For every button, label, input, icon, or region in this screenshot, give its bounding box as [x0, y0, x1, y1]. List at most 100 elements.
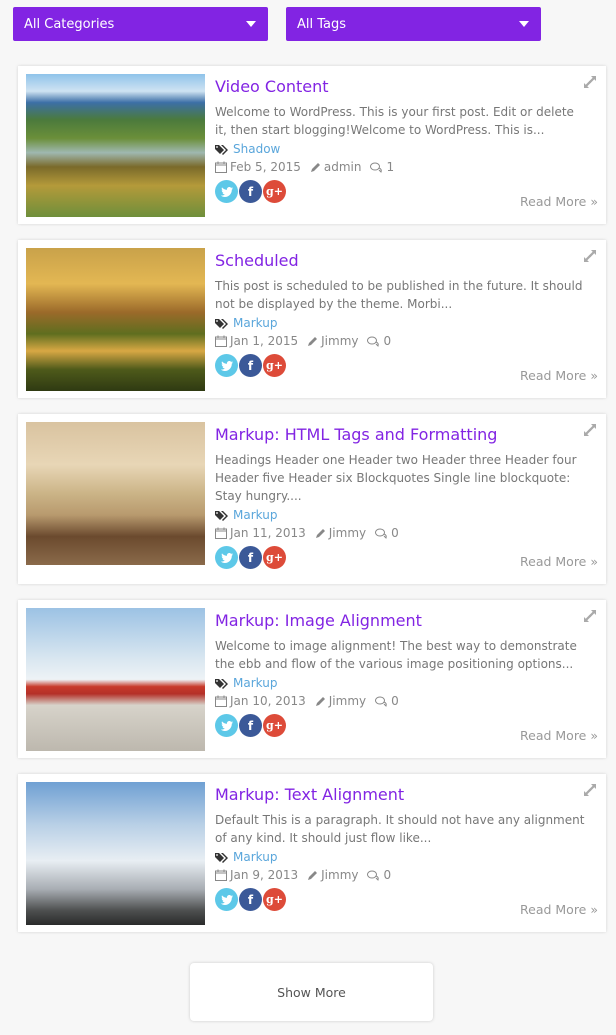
post-tag-link[interactable]: Markup [233, 850, 277, 864]
post-tag-link[interactable]: Shadow [233, 142, 280, 156]
post-author-text[interactable]: Jimmy [321, 334, 358, 348]
google-plus-icon: g+ [266, 551, 283, 564]
tag-select-label: All Tags [297, 16, 347, 32]
show-more-button[interactable]: Show More [190, 963, 433, 1021]
post-comments-count: 0 [391, 694, 399, 708]
twitter-icon [220, 186, 233, 197]
post-title[interactable]: Markup: HTML Tags and Formatting [215, 424, 598, 446]
post-date: Jan 9, 2013 [215, 868, 298, 882]
post-author-text[interactable]: admin [324, 160, 362, 174]
post-thumbnail[interactable] [26, 782, 205, 925]
facebook-share-button[interactable]: f [239, 714, 262, 737]
post-body: Markup: Image Alignment Welcome to image… [215, 608, 598, 750]
facebook-share-button[interactable]: f [239, 354, 262, 377]
post-date: Jan 11, 2013 [215, 526, 306, 540]
facebook-share-button[interactable]: f [239, 180, 262, 203]
pencil-icon [315, 696, 325, 706]
post-excerpt: Welcome to WordPress. This is your first… [215, 105, 574, 137]
expand-icon[interactable] [582, 782, 598, 798]
post-comments-count: 1 [386, 160, 395, 174]
facebook-share-button[interactable]: f [239, 888, 262, 911]
pencil-icon [315, 528, 325, 538]
twitter-icon [220, 552, 233, 563]
comments-icon [367, 870, 380, 881]
post-card: Markup: HTML Tags and Formatting Heading… [18, 414, 606, 584]
post-title[interactable]: Scheduled [215, 250, 598, 272]
twitter-share-button[interactable] [215, 180, 238, 203]
comments-icon [375, 528, 387, 539]
facebook-icon: f [247, 550, 254, 565]
post-card: Video Content Welcome to WordPress. This… [18, 66, 606, 224]
read-more-link[interactable]: Read More » [520, 728, 598, 743]
google-plus-share-button[interactable]: g+ [263, 714, 286, 737]
post-author: admin [310, 160, 362, 174]
post-comments: 0 [367, 334, 391, 348]
post-body: Markup: Text Alignment Default This is a… [215, 782, 598, 924]
post-title[interactable]: Markup: Text Alignment [215, 784, 598, 806]
twitter-share-button[interactable] [215, 354, 238, 377]
post-thumbnail[interactable] [26, 608, 205, 751]
read-more-link[interactable]: Read More » [520, 554, 598, 569]
post-title[interactable]: Markup: Image Alignment [215, 610, 598, 632]
facebook-share-button[interactable]: f [239, 546, 262, 569]
facebook-icon: f [247, 718, 254, 733]
post-thumbnail[interactable] [26, 248, 205, 391]
post-excerpt: Headings Header one Header two Header th… [215, 453, 577, 503]
expand-icon[interactable] [582, 248, 598, 264]
post-meta: Jan 10, 2013 Jimmy 0 [215, 694, 598, 708]
tags-icon [215, 318, 228, 329]
tags-icon [215, 144, 228, 155]
post-author: Jimmy [307, 868, 358, 882]
twitter-icon [220, 894, 233, 905]
post-tags: Shadow [215, 142, 598, 156]
post-author: Jimmy [307, 334, 358, 348]
post-excerpt: This post is scheduled to be published i… [215, 279, 583, 311]
post-tags: Markup [215, 850, 598, 864]
post-thumbnail[interactable] [26, 74, 205, 217]
post-thumbnail[interactable] [26, 422, 205, 565]
read-more-link[interactable]: Read More » [520, 194, 598, 209]
tags-icon [215, 678, 228, 689]
chevron-down-icon [246, 21, 256, 27]
google-plus-share-button[interactable]: g+ [263, 546, 286, 569]
google-plus-share-button[interactable]: g+ [263, 888, 286, 911]
twitter-share-button[interactable] [215, 546, 238, 569]
category-select[interactable]: All Categories [13, 7, 268, 41]
post-comments-count: 0 [391, 526, 399, 540]
post-date-text: Jan 11, 2013 [230, 526, 306, 540]
post-tag-link[interactable]: Markup [233, 316, 277, 330]
expand-icon[interactable] [582, 608, 598, 624]
twitter-share-button[interactable] [215, 888, 238, 911]
post-meta: Jan 9, 2013 Jimmy 0 [215, 868, 598, 882]
google-plus-share-button[interactable]: g+ [263, 354, 286, 377]
expand-icon[interactable] [582, 74, 598, 90]
comments-icon [375, 696, 387, 707]
calendar-icon [215, 695, 227, 707]
post-tags: Markup [215, 316, 598, 330]
read-more-link[interactable]: Read More » [520, 902, 598, 917]
post-date: Jan 10, 2013 [215, 694, 306, 708]
pencil-icon [310, 162, 320, 172]
pencil-icon [308, 336, 318, 346]
post-date-text: Jan 1, 2015 [230, 334, 299, 348]
post-comments: 0 [367, 868, 391, 882]
calendar-icon [215, 161, 227, 173]
post-date-text: Jan 9, 2013 [230, 868, 299, 882]
post-author-text[interactable]: Jimmy [321, 868, 358, 882]
expand-icon[interactable] [582, 422, 598, 438]
tag-select[interactable]: All Tags [286, 7, 541, 41]
post-tag-link[interactable]: Markup [233, 508, 277, 522]
calendar-icon [215, 335, 227, 347]
post-author-text[interactable]: Jimmy [329, 694, 366, 708]
twitter-share-button[interactable] [215, 714, 238, 737]
post-meta: Jan 11, 2013 Jimmy 0 [215, 526, 598, 540]
chevron-down-icon [519, 21, 529, 27]
post-author-text[interactable]: Jimmy [329, 526, 366, 540]
pencil-icon [308, 870, 318, 880]
facebook-icon: f [247, 358, 254, 373]
read-more-link[interactable]: Read More » [520, 368, 598, 383]
post-tag-link[interactable]: Markup [233, 676, 277, 690]
google-plus-share-button[interactable]: g+ [263, 180, 286, 203]
post-meta: Jan 1, 2015 Jimmy 0 [215, 334, 598, 348]
post-title[interactable]: Video Content [215, 76, 598, 98]
